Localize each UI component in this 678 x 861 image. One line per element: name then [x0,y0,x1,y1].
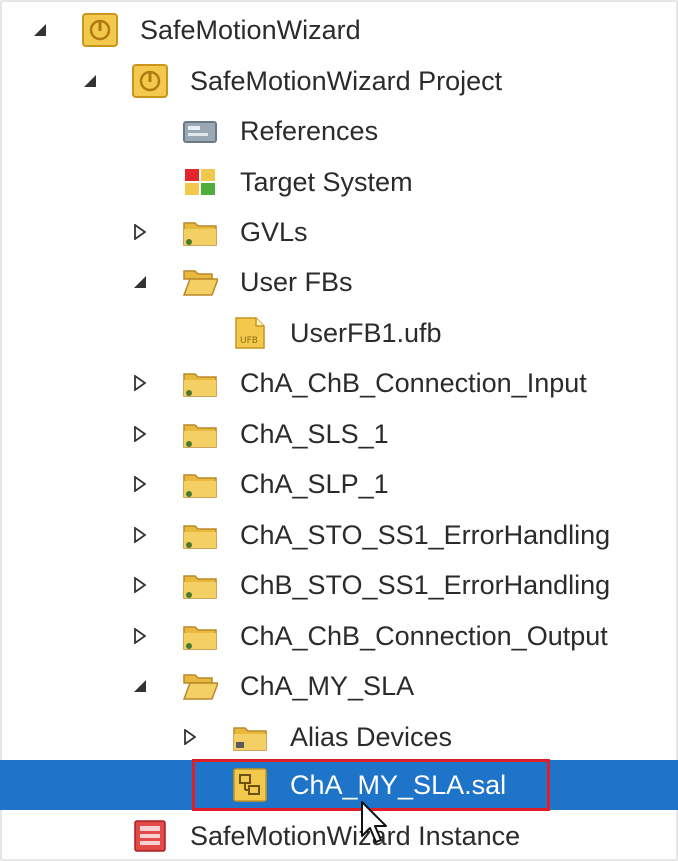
expanded-arrow-icon[interactable] [30,20,50,40]
tree-node-label: References [240,116,379,146]
tree-node-safemotionwizard-instance[interactable]: SafeMotionWizard Instance [0,811,678,861]
tree-node-label: User FBs [240,267,353,297]
folder-icon [182,215,218,249]
tree-node-label: ChA_MY_SLA [240,671,415,701]
collapsed-arrow-icon[interactable] [130,373,150,393]
tree-node-cha-chb-connection-output[interactable]: ChA_ChB_Connection_Output [0,611,678,661]
collapsed-arrow-icon[interactable] [180,727,200,747]
tree-node-label: ChA_SLS_1 [240,419,389,449]
collapsed-arrow-icon[interactable] [130,525,150,545]
expanded-arrow-icon[interactable] [80,71,100,91]
folder-icon [182,417,218,451]
tree-node-label: ChA_ChB_Connection_Output [240,621,608,651]
references-icon [182,114,218,148]
folder-open-icon [182,669,220,703]
tree-node-gvls[interactable]: GVLs [0,207,678,257]
safety-project-icon [132,64,168,98]
collapsed-arrow-icon[interactable] [130,575,150,595]
tree-node-label: ChA_SLP_1 [240,469,389,499]
tree-node-chb-sto-ss1-errorhandling[interactable]: ChB_STO_SS1_ErrorHandling [0,560,678,610]
tree-node-label: UserFB1.ufb [290,318,442,348]
folder-icon [232,720,268,754]
folder-icon [182,568,218,602]
safety-project-icon [82,13,118,47]
svg-text:UFB: UFB [240,336,258,346]
folder-icon [182,366,218,400]
folder-open-icon [182,265,220,299]
folder-icon [182,467,218,501]
tree-node-label: ChB_STO_SS1_ErrorHandling [240,570,611,600]
tree-node-target-system[interactable]: Target System [0,157,678,207]
tree-node-cha-sto-ss1-errorhandling[interactable]: ChA_STO_SS1_ErrorHandling [0,510,678,560]
collapsed-arrow-icon[interactable] [130,424,150,444]
collapsed-arrow-icon[interactable] [130,474,150,494]
expanded-arrow-icon[interactable] [130,676,150,696]
mouse-cursor-icon [360,800,388,846]
instance-icon [132,819,168,853]
tree-node-cha-slp-1[interactable]: ChA_SLP_1 [0,459,678,509]
tree-node-safemotionwizard-project[interactable]: SafeMotionWizard Project [0,56,678,106]
tree-node-label: Alias Devices [290,722,453,752]
tree-node-label: ChA_STO_SS1_ErrorHandling [240,520,611,550]
tree-node-label: SafeMotionWizard [140,15,361,45]
tree-node-label: SafeMotionWizard Instance [190,821,521,851]
collapsed-arrow-icon[interactable] [130,626,150,646]
tree-node-label: Target System [240,167,413,197]
folder-icon [182,518,218,552]
tree-node-userfb1-ufb[interactable]: UFB UserFB1.ufb [0,308,678,358]
ufb-file-icon: UFB [232,316,268,350]
tree-node-references[interactable]: References [0,106,678,156]
tree-node-label: GVLs [240,217,308,247]
tree-node-alias-devices[interactable]: Alias Devices [0,712,678,762]
expanded-arrow-icon[interactable] [130,272,150,292]
tree-node-cha-sls-1[interactable]: ChA_SLS_1 [0,409,678,459]
tree-node-cha-my-sla[interactable]: ChA_MY_SLA [0,661,678,711]
tree-node-safemotionwizard[interactable]: SafeMotionWizard [0,5,678,55]
tree-node-label: ChA_ChB_Connection_Input [240,368,587,398]
tree-node-label: SafeMotionWizard Project [190,66,503,96]
collapsed-arrow-icon[interactable] [130,222,150,242]
folder-icon [182,619,218,653]
tree-node-user-fbs[interactable]: User FBs [0,257,678,307]
target-system-icon [182,165,218,199]
tree-node-cha-chb-connection-input[interactable]: ChA_ChB_Connection_Input [0,358,678,408]
